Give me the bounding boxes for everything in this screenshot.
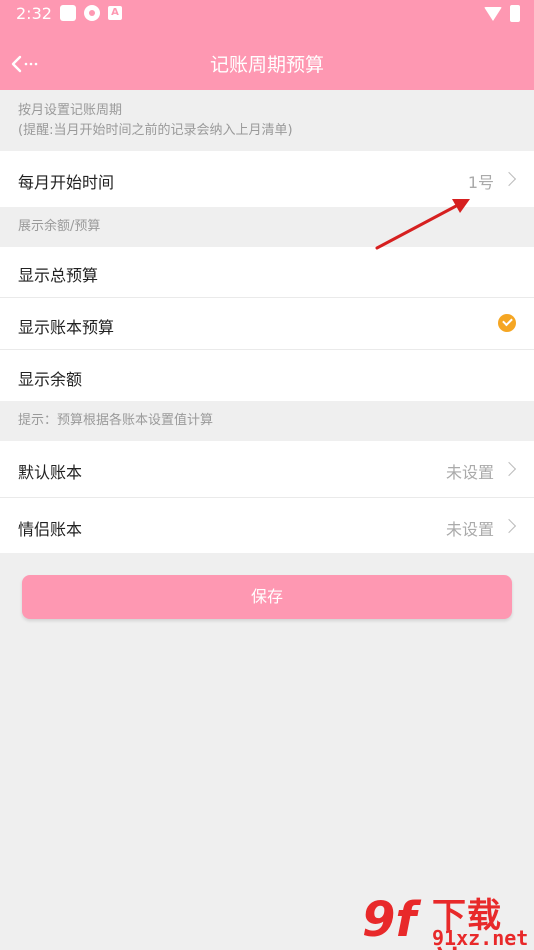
display-option-label: 显示账本预算 xyxy=(18,318,115,337)
status-bar: 2:32 A xyxy=(0,0,534,28)
display-option-book-budget[interactable]: 显示账本预算 xyxy=(0,298,534,349)
month-start-value: 1号 xyxy=(467,173,494,192)
app-header: 2:32 A 记账周期预算 xyxy=(0,0,534,90)
save-button[interactable]: 保存 xyxy=(22,575,512,619)
system-icons xyxy=(484,5,520,22)
display-section-label: 展示余额/预算 xyxy=(18,219,101,234)
wifi-icon xyxy=(484,6,502,21)
page-title: 记账周期预算 xyxy=(209,54,324,76)
month-start-label: 每月开始时间 xyxy=(18,173,115,192)
default-book-row[interactable]: 默认账本 未设置 xyxy=(0,441,534,497)
annotation-arrow-shaft xyxy=(375,203,460,250)
watermark-logo: 9f xyxy=(362,892,417,948)
status-time: 2:32 xyxy=(16,4,52,23)
notification-square-icon xyxy=(60,5,76,21)
display-option-label: 显示总预算 xyxy=(18,266,99,285)
default-book-label: 默认账本 xyxy=(18,463,83,482)
display-option-label: 显示余额 xyxy=(18,370,83,389)
notification-a-icon: A xyxy=(108,6,122,20)
cycle-section-hint: (提醒:当月开始时间之前的记录会纳入上月清单) xyxy=(18,123,293,138)
couple-book-row[interactable]: 情侣账本 未设置 xyxy=(0,498,534,553)
watermark: 9f 下载站 91xz.net xyxy=(362,888,534,950)
month-start-row[interactable]: 每月开始时间 1号 xyxy=(0,151,534,207)
display-option-total-budget[interactable]: 显示总预算 xyxy=(0,247,534,297)
watermark-url: 91xz.net xyxy=(432,926,529,950)
budget-section-label: 提示：预算根据各账本设置值计算 xyxy=(18,413,214,428)
chevron-right-icon xyxy=(501,171,517,187)
battery-icon xyxy=(510,5,520,22)
check-icon xyxy=(498,314,516,332)
notification-icons: A xyxy=(60,5,122,21)
couple-book-label: 情侣账本 xyxy=(18,520,83,539)
cycle-section-label: 按月设置记账周期 xyxy=(18,103,123,118)
chevron-right-icon xyxy=(501,461,517,477)
chevron-right-icon xyxy=(501,518,517,534)
couple-book-value: 未设置 xyxy=(445,520,494,539)
notification-app-icon xyxy=(84,5,100,21)
display-option-balance[interactable]: 显示余额 xyxy=(0,350,534,401)
default-book-value: 未设置 xyxy=(445,463,494,482)
